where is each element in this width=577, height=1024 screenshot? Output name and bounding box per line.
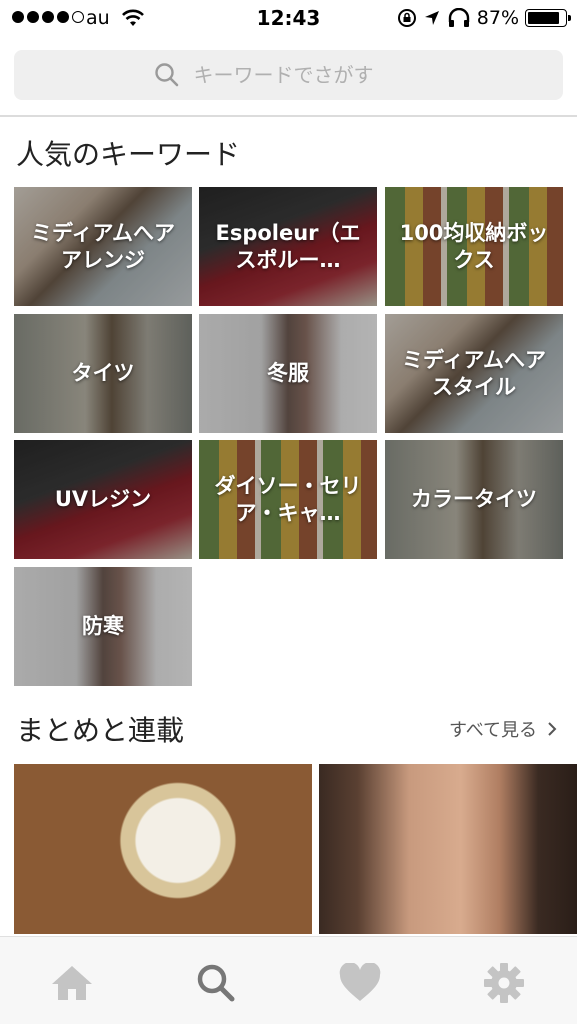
series-section-title: まとめと連載: [16, 714, 185, 747]
battery-icon: [525, 9, 571, 27]
tab-favorites[interactable]: [336, 959, 384, 1007]
keyword-tile[interactable]: 防寒: [14, 567, 192, 686]
status-bar: au 12:43 87%: [0, 0, 577, 38]
chevron-right-icon: [548, 722, 557, 736]
rotation-lock-icon: [397, 9, 416, 27]
keyword-tile[interactable]: ミディアムへアアレンジ: [14, 187, 192, 306]
gear-icon: [484, 963, 524, 1003]
see-all-label: すべて見る: [448, 720, 537, 741]
tab-home[interactable]: [48, 959, 96, 1007]
header-divider: [0, 115, 577, 117]
keyword-tile[interactable]: Espoleur（エスポルー…: [199, 187, 377, 306]
keyword-tile[interactable]: 100均収納ボックス: [385, 187, 563, 306]
keyword-tile[interactable]: UVレジン: [14, 440, 192, 559]
tab-settings[interactable]: [480, 959, 528, 1007]
location-arrow-icon: [424, 11, 439, 25]
keyword-label: ダイソー・セリア・キャ…: [214, 474, 362, 525]
keyword-label: ミディアムへアスタイル: [401, 348, 547, 399]
tab-bar: [0, 936, 577, 1024]
wifi-icon: [122, 9, 144, 26]
headphones-icon: [448, 8, 469, 27]
tab-search[interactable]: [192, 959, 240, 1007]
popular-keywords-title: 人気のキーワード: [16, 138, 241, 171]
keyword-label: 冬服: [267, 361, 309, 386]
series-card-gyoza[interactable]: [14, 764, 312, 934]
keyword-label: UVレジン: [54, 487, 152, 512]
keyword-label: ミディアムへアアレンジ: [30, 221, 176, 272]
keyword-tile[interactable]: ダイソー・セリア・キャ…: [199, 440, 377, 559]
keyword-tile[interactable]: タイツ: [14, 314, 192, 433]
search-input[interactable]: [193, 63, 424, 87]
keyword-label: タイツ: [71, 361, 135, 386]
keyword-tile[interactable]: ミディアムへアスタイル: [385, 314, 563, 433]
see-all-link[interactable]: すべて見る: [449, 716, 557, 742]
keyword-label: Espoleur（エスポルー…: [215, 221, 361, 272]
search-bar[interactable]: [14, 50, 563, 100]
carrier-label: au: [86, 7, 110, 29]
series-card-fitness[interactable]: [319, 764, 577, 934]
keyword-label: 防寒: [82, 614, 124, 639]
home-icon: [52, 966, 92, 1000]
keyword-label: 100均収納ボックス: [399, 221, 549, 272]
search-icon: [197, 964, 235, 1002]
keyword-tile[interactable]: 冬服: [199, 314, 377, 433]
battery-percentage: 87%: [476, 7, 519, 29]
keyword-label: カラータイツ: [411, 487, 537, 512]
signal-strength-icon: [12, 11, 84, 23]
search-icon: [154, 63, 178, 87]
keyword-tile[interactable]: カラータイツ: [385, 440, 563, 559]
heart-icon: [339, 963, 381, 1001]
